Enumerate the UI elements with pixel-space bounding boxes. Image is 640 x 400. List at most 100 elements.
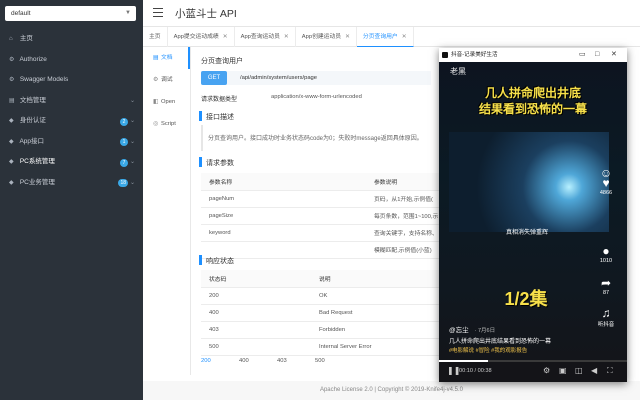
chevron-down-icon: ⌄ [129, 138, 135, 145]
sidebar-item-auth[interactable]: ◆ 身份认证 2 ⌄ [0, 111, 143, 132]
sidebar-item-label: Authorize [19, 55, 47, 63]
close-icon[interactable]: ✕ [402, 34, 407, 40]
fullscreen-icon[interactable]: ⛶ [607, 366, 613, 376]
player-window-title: 抖音-记录美好生活 [451, 52, 498, 58]
sidebar-item-home[interactable]: ⌂ 主页 [0, 29, 143, 50]
subnav-debug[interactable]: ⚙ 调试 [143, 69, 190, 91]
video-scene [449, 132, 609, 232]
table-row: 200 OK [201, 287, 441, 305]
count-badge: 7 [120, 158, 128, 167]
table-header-row: 参数名称 参数说明 [201, 173, 441, 191]
maximize-icon[interactable]: □ [595, 48, 599, 62]
share-count: 87 [602, 290, 610, 296]
menu-toggle-icon[interactable] [153, 8, 163, 17]
tab-create-athlete[interactable]: App创建运动员 ✕ [296, 27, 357, 47]
listen-label: 听抖音 [597, 322, 615, 328]
subnav-open[interactable]: ◧ Open [143, 91, 190, 113]
params-section-title: 请求参数 [206, 160, 234, 167]
tab-label: App创建运动员 [301, 34, 342, 40]
lock-icon: ⚙ [9, 56, 15, 63]
chevron-down-icon: ⌄ [129, 159, 135, 165]
close-icon[interactable]: ✕ [345, 34, 350, 40]
param-desc: 查询关键字，支持名称、 [366, 224, 441, 242]
scene-caption: 真相消失弹重辉 [505, 230, 548, 236]
tab-code-403[interactable]: 403 [277, 358, 315, 364]
close-icon[interactable]: ✕ [611, 48, 617, 62]
table-header-row: 状态码 说明 [201, 270, 441, 288]
video-user[interactable]: @忘尘 · 7月6日 [449, 324, 495, 334]
tab-submit-score[interactable]: App提交运动成绩 ✕ [168, 27, 235, 47]
section-accent [199, 255, 202, 265]
username: @忘尘 [449, 327, 469, 334]
like-count: 4866 [599, 190, 613, 196]
tab-page-users[interactable]: 分页查询用户 ✕ [356, 27, 414, 47]
close-icon[interactable]: ✕ [284, 34, 289, 40]
home-icon: ⌂ [9, 36, 13, 42]
danmaku-icon[interactable]: ▣ [559, 366, 567, 375]
sidebar-item-pc-system[interactable]: ◆ PC系统管理 7 ⌄ [0, 152, 143, 173]
sidebar-item-pc-business[interactable]: ◆ PC业务管理 18 ⌄ [0, 173, 143, 194]
video-tags[interactable]: #电影解说 #冒险 #我的观影报告 [449, 346, 527, 354]
status-code: 403 [201, 321, 311, 339]
sidebar-item-label: Swagger Models [19, 76, 69, 83]
subnav-script[interactable]: ◎ Script [143, 113, 190, 135]
video-player-window[interactable]: 抖音-记录美好生活 ▭ □ ✕ 老黑 几人拼命爬出井底 结果看到恐怖的一幕 真相… [439, 48, 627, 382]
like-button[interactable]: ♥ 4866 [591, 176, 621, 196]
doc-icon: ▤ [9, 97, 15, 104]
table-header: 参数名称 [201, 173, 366, 191]
api-title: 分页查询用户 [201, 58, 243, 65]
sidebar-nav: ⌂ 主页 ⚙ Authorize ⚙ Swagger Models ▤ 文档管理… [0, 29, 143, 193]
tag-icon: ◆ [9, 118, 14, 124]
video-headline-line2: 结果看到恐怖的一幕 [478, 102, 587, 116]
table-row: pageSize 每页条数，范围1~100,示 [201, 207, 441, 225]
sidebar-item-authorize[interactable]: ⚙ Authorize [0, 50, 143, 71]
status-code: 200 [201, 287, 311, 305]
tab-code-200[interactable]: 200 [201, 358, 239, 364]
player-controls: ❚❚ 00:10 / 00:38 ⚙ ▣ ◫ ◀ ⛶ [439, 362, 627, 382]
post-date: · 7月6日 [474, 328, 496, 334]
table-header: 说明 [311, 270, 441, 288]
tab-home[interactable]: 主页 [143, 27, 168, 47]
video-headline-line1: 几人拼命爬出井底 [484, 86, 581, 100]
volume-icon[interactable]: ◀ [591, 366, 597, 375]
pin-icon[interactable]: ▭ [579, 48, 586, 62]
chevron-down-icon: ▼ [125, 10, 131, 16]
table-row: pageNum 页码，从1开始,示例值( [201, 190, 441, 208]
sidebar-item-doc-manage[interactable]: ▤ 文档管理 ⌄ [0, 91, 143, 112]
count-badge: 1 [120, 138, 128, 146]
group-select[interactable]: default ▼ [5, 6, 136, 21]
pip-icon[interactable]: ◫ [575, 366, 583, 375]
listen-button[interactable]: ♫ 听抖音 [591, 306, 621, 328]
param-name: keyword [201, 224, 366, 242]
comment-count: 1010 [599, 258, 613, 264]
close-icon[interactable]: ✕ [223, 34, 228, 40]
content-type-label: 请求数据类型 [201, 97, 238, 103]
player-title-bar[interactable]: 抖音-记录美好生活 ▭ □ ✕ [439, 48, 627, 62]
script-icon: ◎ [153, 121, 159, 127]
method-badge: GET [201, 71, 227, 85]
tab-query-athlete[interactable]: App查询运动员 ✕ [235, 27, 296, 47]
section-accent [199, 157, 202, 167]
subnav-label: Open [161, 99, 176, 105]
tab-code-400[interactable]: 400 [239, 358, 277, 364]
status-code: 500 [201, 338, 311, 356]
sidebar-item-swagger-models[interactable]: ⚙ Swagger Models [0, 70, 143, 91]
play-time: 00:10 / 00:38 [459, 368, 492, 374]
subnav-doc[interactable]: ▤ 文档 [143, 47, 190, 69]
status-code: 400 [201, 304, 311, 322]
share-button[interactable]: ➦ 87 [591, 276, 621, 296]
status-desc: Bad Request [311, 304, 441, 322]
resp-section-title: 响应状态 [206, 258, 234, 265]
tag-icon: ◆ [9, 159, 14, 165]
table-header: 状态码 [201, 270, 311, 288]
sidebar-item-label: PC系统管理 [19, 158, 55, 165]
sidebar-item-label: 文档管理 [19, 96, 46, 104]
param-name: pageNum [201, 190, 366, 208]
sidebar-item-app-api[interactable]: ◆ App接口 1 ⌄ [0, 132, 143, 153]
tab-code-500[interactable]: 500 [315, 358, 353, 364]
comment-button[interactable]: ● 1010 [591, 244, 621, 264]
sidebar-item-label: PC业务管理 [19, 178, 55, 186]
sidebar-item-label: 主页 [19, 35, 33, 42]
settings-icon[interactable]: ⚙ [543, 366, 550, 375]
subnav-label: Script [161, 121, 176, 127]
